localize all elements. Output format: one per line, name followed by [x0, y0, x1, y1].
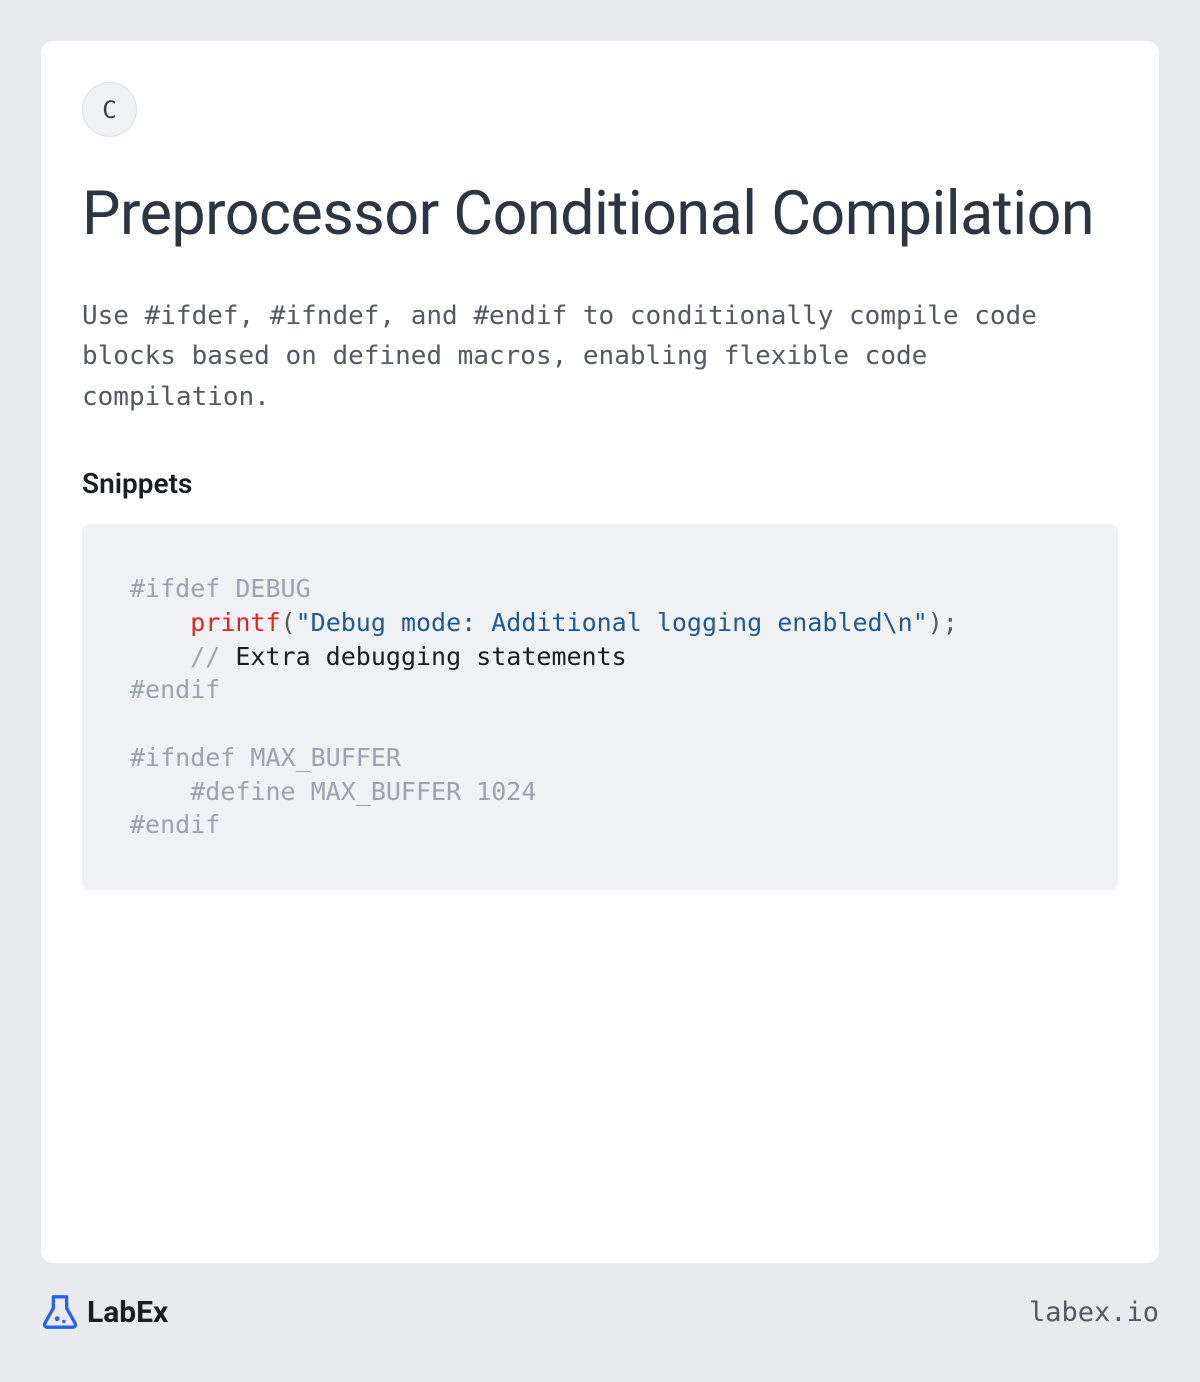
footer-brand-text: LabEx [87, 1295, 168, 1330]
footer-brand-group: LabEx [41, 1293, 168, 1331]
code-directive: #define [190, 777, 295, 806]
code-indent [130, 608, 190, 637]
code-directive: #endif [130, 810, 220, 839]
code-indent [130, 777, 190, 806]
code-content: #ifdef DEBUG printf("Debug mode: Additio… [130, 572, 1070, 842]
description-text: Use #ifdef, #ifndef, and #endif to condi… [82, 296, 1118, 417]
code-comment-prefix: // [190, 642, 235, 671]
page-title: Preprocessor Conditional Compilation [82, 178, 1118, 248]
code-close-paren: ); [928, 608, 958, 637]
code-macro: DEBUG [220, 574, 310, 603]
code-directive: #endif [130, 675, 220, 704]
code-define-rest: MAX_BUFFER 1024 [296, 777, 537, 806]
labex-logo-icon [41, 1293, 79, 1331]
footer-url: labex.io [1029, 1297, 1159, 1328]
snippets-heading: Snippets [82, 467, 1118, 500]
code-directive: #ifdef [130, 574, 220, 603]
language-badge-text: C [102, 96, 116, 124]
code-indent [130, 642, 190, 671]
code-block: #ifdef DEBUG printf("Debug mode: Additio… [82, 524, 1118, 890]
code-open-paren: ( [281, 608, 296, 637]
code-string: "Debug mode: Additional logging enabled\… [296, 608, 928, 637]
footer: LabEx labex.io [41, 1263, 1159, 1341]
language-badge: C [82, 82, 137, 137]
code-directive: #ifndef [130, 743, 235, 772]
code-macro: MAX_BUFFER [235, 743, 401, 772]
code-comment-text: Extra debugging statements [235, 642, 626, 671]
content-card: C Preprocessor Conditional Compilation U… [41, 41, 1159, 1263]
code-function: printf [190, 608, 280, 637]
